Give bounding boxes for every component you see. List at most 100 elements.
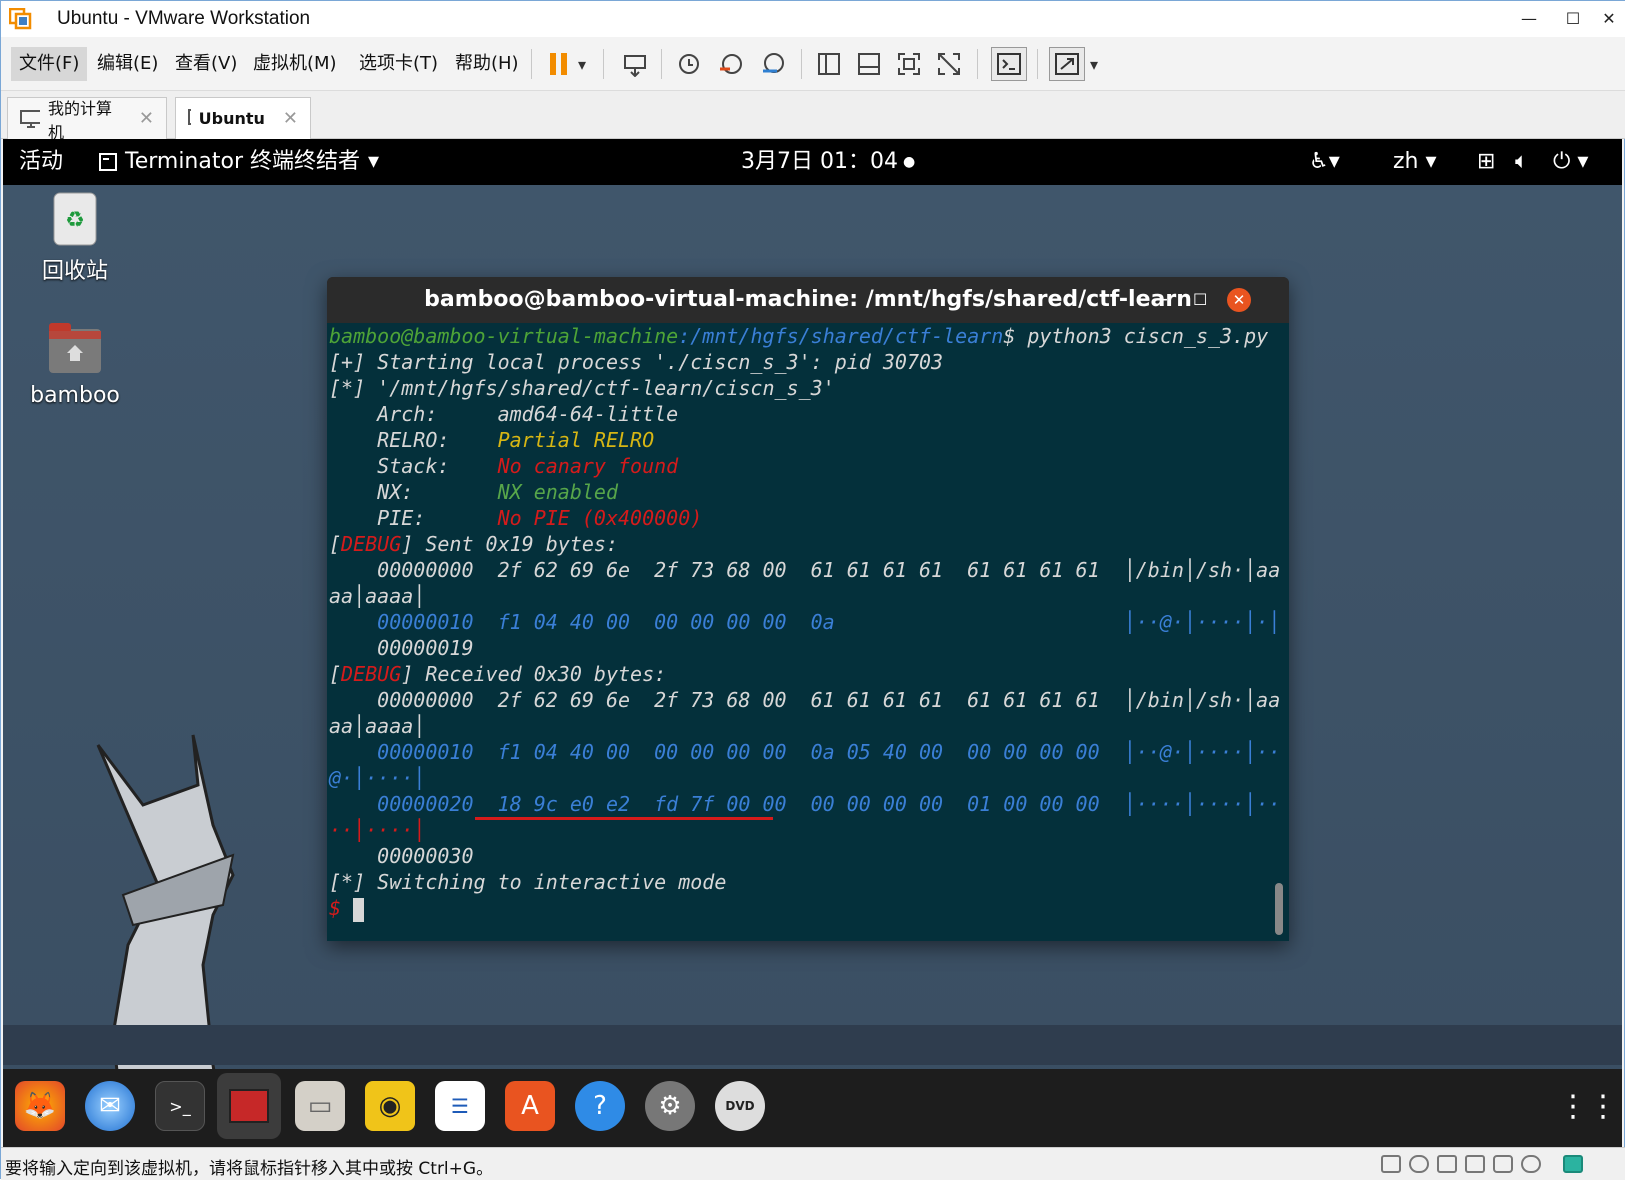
thunderbird-icon[interactable]: ✉ — [85, 1081, 135, 1131]
checksec-value: Partial RELRO — [497, 428, 655, 452]
tab-label: Ubuntu — [198, 109, 265, 128]
snapshot-icon[interactable] — [673, 47, 705, 81]
close-icon[interactable]: ✕ — [139, 108, 154, 129]
files-icon[interactable]: ▭ — [295, 1081, 345, 1131]
snapshot-manager-icon[interactable] — [757, 47, 789, 81]
network-adapter-icon[interactable] — [1437, 1155, 1457, 1173]
firefox-icon[interactable]: 🦊 — [15, 1081, 65, 1131]
fullscreen-icon[interactable] — [893, 47, 925, 81]
clock[interactable]: 3月7日 01：04 — [741, 147, 898, 177]
volume-icon[interactable]: 🔈︎ — [1515, 147, 1528, 177]
menu-vm[interactable]: 虚拟机(M) — [245, 47, 345, 81]
terminal-title: bamboo@bamboo-virtual-machine: /mnt/hgfs… — [424, 287, 1192, 312]
monitor-icon — [20, 109, 41, 128]
send-keys-icon[interactable] — [619, 47, 651, 81]
terminal-titlebar: bamboo@bamboo-virtual-machine: /mnt/hgfs… — [327, 277, 1289, 323]
message-icon[interactable] — [1563, 1155, 1583, 1173]
chevron-down-icon: ▾ — [368, 149, 380, 174]
checksec-value: No PIE (0x400000) — [497, 506, 703, 530]
terminator-icon — [99, 153, 117, 171]
checksec-value: amd64-64-little — [497, 402, 679, 426]
window-title: Ubuntu - VMware Workstation — [57, 8, 311, 29]
hexdump-line: 00000020 18 9c e0 e2 fd 7f 00 00 00 00 0… — [329, 792, 1281, 816]
maximize-button[interactable]: ☐ — [1193, 277, 1207, 323]
menu-help[interactable]: 帮助(H) — [447, 47, 527, 81]
pause-icon[interactable] — [543, 47, 575, 81]
activities-button[interactable]: 活动 — [19, 147, 63, 177]
close-button[interactable]: ✕ — [1227, 288, 1251, 312]
trash-label: 回收站 — [41, 259, 108, 284]
vm-running-icon — [188, 108, 191, 125]
revert-snapshot-icon[interactable] — [715, 47, 747, 81]
prompt-path: :/mnt/hgfs/shared/ctf-learn — [678, 324, 1004, 348]
red-underline — [475, 817, 773, 820]
app-menu[interactable]: Terminator 终端终结者 ▾ — [99, 147, 379, 177]
minimize-button[interactable]: — — [1515, 5, 1543, 33]
svg-text:♻: ♻ — [65, 208, 85, 233]
thumbnail-icon[interactable] — [853, 47, 885, 81]
status-message: 要将输入定向到该虚拟机，请将鼠标指针移入其中或按 Ctrl+G。 — [5, 1159, 494, 1179]
maximize-button[interactable]: ☐ — [1559, 5, 1587, 33]
checksec-key: Stack: — [329, 454, 498, 478]
menu-file[interactable]: 文件(F) — [11, 47, 88, 81]
minimize-button[interactable]: – — [1157, 277, 1168, 323]
terminal-window[interactable]: bamboo@bamboo-virtual-machine: /mnt/hgfs… — [327, 277, 1289, 941]
cdrom-icon[interactable] — [1409, 1155, 1429, 1173]
trash-icon[interactable]: ♻ 回收站 — [25, 191, 125, 285]
checksec-key: RELRO: — [329, 428, 498, 452]
input-method[interactable]: zh ▾ — [1393, 147, 1437, 177]
unity-icon[interactable] — [933, 47, 965, 81]
display-icon[interactable] — [1521, 1155, 1541, 1173]
shell-prompt: $ — [329, 896, 354, 920]
hexdump-line: aa│aaaa│ — [329, 584, 426, 608]
status-bar: 要将输入定向到该虚拟机，请将鼠标指针移入其中或按 Ctrl+G。 — [1, 1147, 1625, 1180]
output-line: ] Sent 0x19 bytes: — [401, 532, 619, 556]
settings-icon[interactable]: ⚙ — [645, 1081, 695, 1131]
lang-label: zh — [1393, 149, 1419, 174]
software-icon[interactable]: A — [505, 1081, 555, 1131]
checksec-value: No canary found — [497, 454, 679, 478]
output-line: ] Received 0x30 bytes: — [401, 662, 667, 686]
accessibility-icon[interactable]: ♿︎▾ — [1309, 147, 1340, 177]
menu-tabs[interactable]: 选项卡(T) — [351, 47, 446, 81]
tab-my-computer[interactable]: 我的计算机 ✕ — [7, 97, 167, 142]
writer-icon[interactable]: ☰ — [435, 1081, 485, 1131]
hexdump-line: @·│····│ — [329, 766, 426, 790]
network-icon[interactable]: ⊞ — [1477, 147, 1495, 177]
close-icon[interactable]: ✕ — [283, 108, 298, 129]
sidebar-icon[interactable] — [813, 47, 845, 81]
close-button[interactable]: ✕ — [1595, 5, 1623, 33]
dvd-icon[interactable]: DVD — [715, 1081, 765, 1131]
vmware-window: Ubuntu - VMware Workstation — ☐ ✕ 文件(F) … — [0, 0, 1625, 1180]
home-folder-icon[interactable]: bamboo — [25, 321, 125, 408]
app-grid-icon[interactable]: ⋮⋮ — [1558, 1081, 1618, 1131]
hexdump-line: aa│aaaa│ — [329, 714, 426, 738]
stretch-icon[interactable] — [1049, 47, 1085, 81]
menu-view[interactable]: 查看(V) — [167, 47, 245, 81]
checksec-value: NX enabled — [497, 480, 618, 504]
guest-screen[interactable]: 活动 Terminator 终端终结者 ▾ 3月7日 01：04 ● ♿︎▾ z… — [3, 139, 1622, 1147]
hexdump-line: 00000010 f1 04 40 00 00 00 00 00 0a 05 4… — [329, 740, 1281, 764]
sound-icon[interactable] — [1493, 1155, 1513, 1173]
printer-icon[interactable] — [1465, 1155, 1485, 1173]
chevron-down-icon[interactable]: ▾ — [1087, 47, 1101, 81]
tab-ubuntu[interactable]: Ubuntu ✕ — [175, 97, 311, 139]
cursor — [353, 897, 365, 922]
scrollbar[interactable] — [1275, 883, 1283, 935]
tab-label: 我的计算机 — [48, 98, 113, 142]
power-icon[interactable]: ⏻ ▾ — [1553, 147, 1588, 177]
vmware-icon — [9, 8, 32, 30]
chevron-down-icon[interactable]: ▾ — [573, 47, 591, 81]
checksec-key: Arch: — [329, 402, 498, 426]
console-icon[interactable] — [991, 47, 1027, 81]
terminal-output[interactable]: bamboo@bamboo-virtual-machine:/mnt/hgfs/… — [327, 323, 1289, 941]
menu-edit[interactable]: 编辑(E) — [89, 47, 166, 81]
home-label: bamboo — [30, 383, 120, 408]
terminal-icon[interactable]: >_ — [155, 1081, 205, 1131]
debug-tag: DEBUG — [341, 532, 402, 556]
rhythmbox-icon[interactable]: ◉ — [365, 1081, 415, 1131]
help-icon[interactable]: ? — [575, 1081, 625, 1131]
hdd-icon[interactable] — [1381, 1155, 1401, 1173]
output-line: [*] '/mnt/hgfs/shared/ctf-learn/ciscn_s_… — [329, 376, 835, 400]
terminator-dock-icon[interactable] — [217, 1073, 281, 1139]
